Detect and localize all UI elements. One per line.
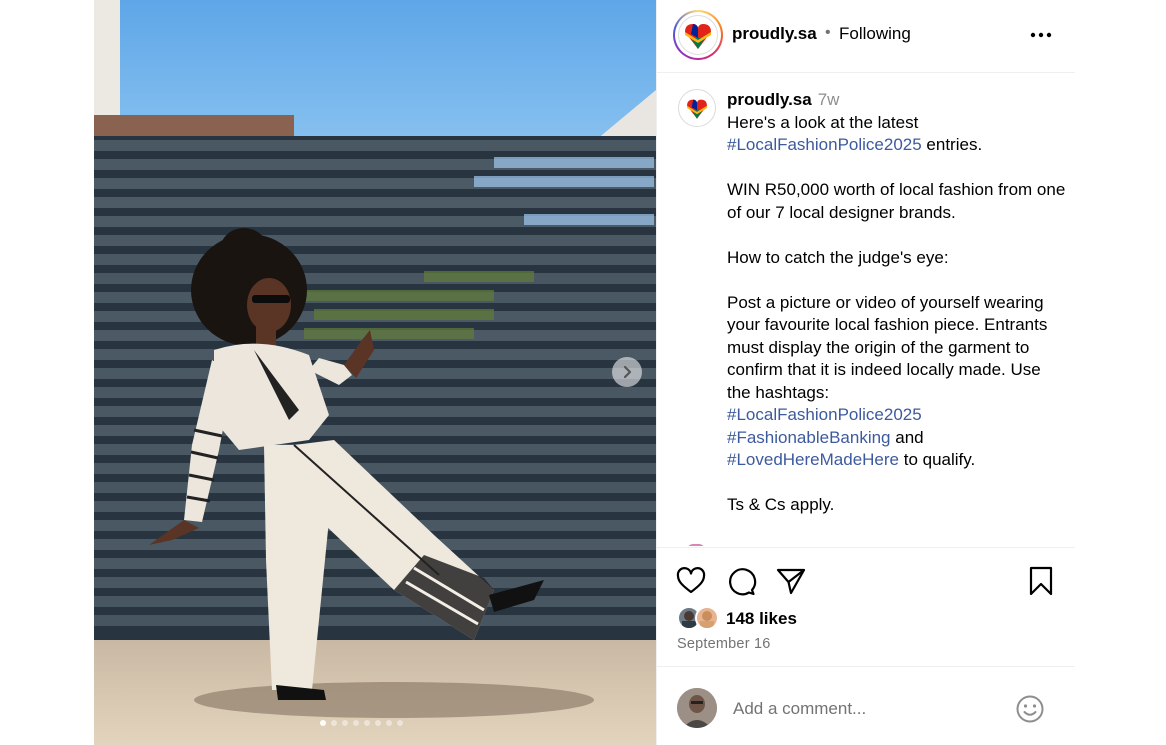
current-user-avatar bbox=[677, 688, 717, 728]
post-date[interactable]: September 16 bbox=[677, 636, 771, 652]
author-username[interactable]: proudly.sa bbox=[732, 24, 817, 44]
carousel-dot bbox=[397, 720, 403, 726]
post-time-ago[interactable]: 7w bbox=[818, 90, 840, 109]
add-comment-input[interactable] bbox=[733, 696, 993, 722]
carousel-indicator bbox=[320, 720, 403, 726]
liker-avatar[interactable] bbox=[695, 606, 719, 630]
caption-paragraph: Post a picture or video of yourself wear… bbox=[727, 292, 1053, 402]
hashtag-link[interactable]: #LocalFashionPolice2025 bbox=[727, 135, 922, 154]
carousel-dot bbox=[375, 720, 381, 726]
divider bbox=[657, 666, 1075, 667]
next-comment-avatar bbox=[687, 544, 705, 546]
caption-paragraph: WIN R50,000 worth of local fashion from … bbox=[727, 180, 1071, 222]
hashtag-link[interactable]: #LocalFashionPolice2025 bbox=[727, 405, 922, 424]
carousel-dot bbox=[331, 720, 337, 726]
caption-paragraph: Ts & Cs apply. bbox=[727, 495, 835, 514]
caption-username[interactable]: proudly.sa bbox=[727, 90, 812, 109]
emoji-icon[interactable] bbox=[1015, 694, 1045, 724]
author-avatar[interactable] bbox=[673, 10, 723, 60]
more-horizontal-icon[interactable] bbox=[1029, 28, 1053, 42]
carousel-dot bbox=[353, 720, 359, 726]
separator-dot: • bbox=[825, 24, 831, 41]
hashtag-link[interactable]: #LovedHereMadeHere bbox=[727, 450, 899, 469]
caption-line: entries. bbox=[921, 135, 983, 154]
caption-paragraph: How to catch the judge's eye: bbox=[727, 247, 949, 267]
heart-icon[interactable] bbox=[675, 565, 707, 597]
carousel-dot bbox=[386, 720, 392, 726]
caption-text: proudly.sa 7w Here's a look at the latest… bbox=[727, 89, 1067, 517]
post-header: proudly.sa • Following bbox=[657, 0, 1075, 73]
instagram-post-view: proudly.sa • Following proudly.sa 7w Here… bbox=[0, 0, 1166, 745]
proudly-sa-logo bbox=[678, 15, 718, 55]
bookmark-icon[interactable] bbox=[1025, 565, 1057, 597]
carousel-next-button[interactable] bbox=[612, 357, 642, 387]
carousel-dot bbox=[320, 720, 326, 726]
share-icon[interactable] bbox=[775, 565, 807, 597]
post-photo[interactable] bbox=[94, 0, 656, 745]
photo-scene bbox=[94, 0, 656, 745]
chevron-right-icon bbox=[623, 365, 632, 379]
post-side-panel: proudly.sa • Following proudly.sa 7w Here… bbox=[656, 0, 1075, 745]
carousel-dot bbox=[342, 720, 348, 726]
divider bbox=[657, 547, 1075, 548]
proudly-sa-logo bbox=[687, 99, 707, 119]
likes-count[interactable]: 148 likes bbox=[726, 609, 797, 629]
carousel-dot bbox=[364, 720, 370, 726]
comment-icon[interactable] bbox=[725, 565, 757, 597]
caption-line: Here's a look at the latest bbox=[727, 112, 919, 132]
following-button[interactable]: Following bbox=[839, 24, 911, 44]
hashtag-link[interactable]: #FashionableBanking bbox=[727, 428, 891, 447]
caption-line: to qualify. bbox=[899, 450, 976, 469]
caption-line: and bbox=[890, 427, 924, 447]
caption-scroll-area[interactable]: proudly.sa 7w Here's a look at the latest… bbox=[657, 74, 1075, 546]
caption-avatar[interactable] bbox=[678, 89, 716, 127]
